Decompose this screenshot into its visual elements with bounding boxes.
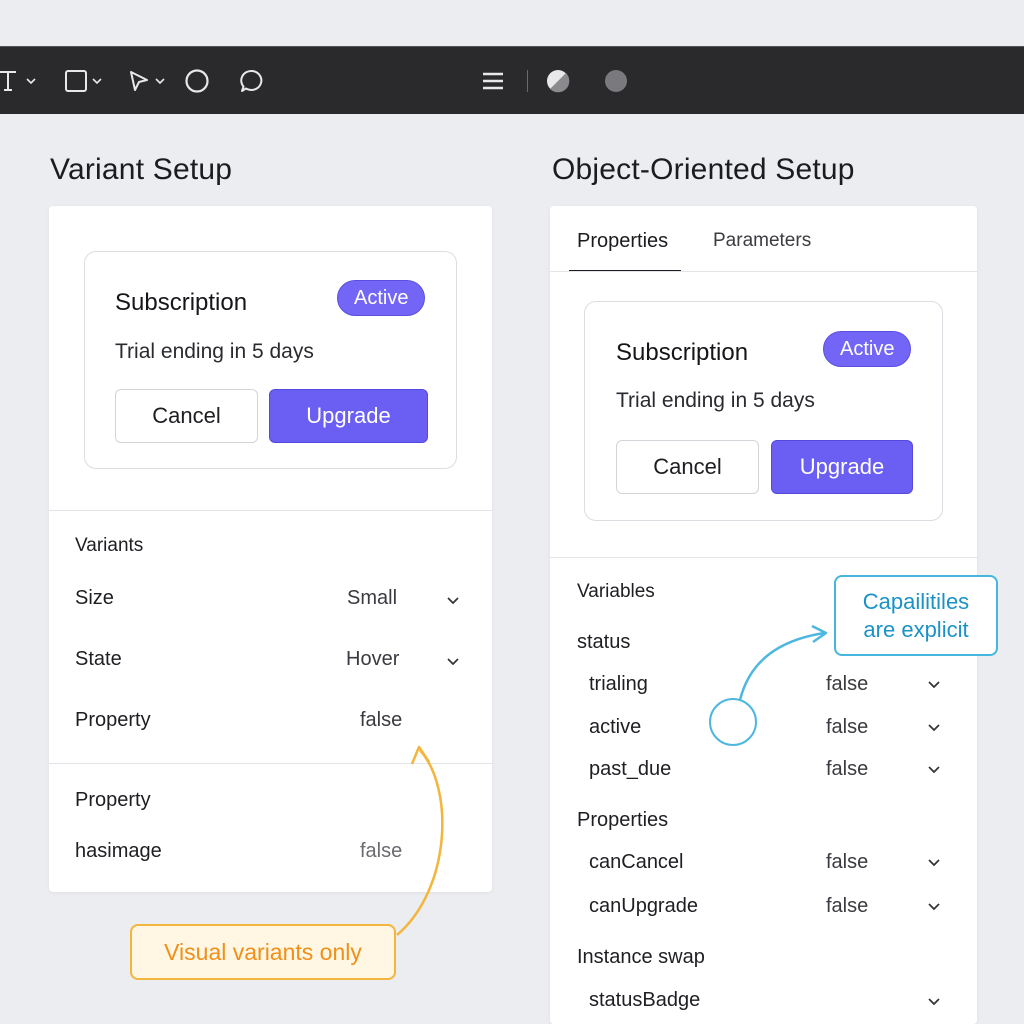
toolbar	[0, 46, 1024, 114]
canupgrade-label: canUpgrade	[589, 895, 698, 917]
variant-panel: Subscription Active Trial ending in 5 da…	[49, 206, 492, 892]
toolbar-divider	[527, 47, 528, 115]
property-header: Property	[75, 789, 151, 811]
size-value[interactable]: Small	[347, 587, 397, 610]
size-label: Size	[75, 587, 114, 609]
ellipse-icon	[185, 69, 209, 93]
upgrade-button[interactable]: Upgrade	[269, 389, 428, 443]
status-header: status	[577, 631, 631, 653]
comment-tool[interactable]	[239, 47, 265, 115]
comment-icon	[240, 69, 263, 92]
canupgrade-value[interactable]: false	[826, 895, 868, 918]
text-tool[interactable]	[0, 47, 37, 115]
properties-header: Properties	[577, 809, 669, 831]
pen-icon	[130, 71, 148, 91]
property-value: false	[360, 709, 403, 731]
cancancel-value[interactable]: false	[826, 851, 868, 874]
visual-variants-callout: Visual variants only	[130, 924, 396, 980]
hasimage-value: false	[360, 840, 403, 862]
chevron-down-icon[interactable]	[446, 594, 460, 608]
statusbadge-label: statusBadge	[589, 989, 701, 1011]
color-swatch-icon	[605, 70, 627, 92]
card-subtitle: Trial ending in 5 days	[115, 340, 314, 363]
tab-properties[interactable]: Properties	[577, 230, 668, 253]
cancancel-label: canCancel	[589, 851, 684, 873]
tab-divider	[550, 271, 977, 272]
menu-button[interactable]	[482, 47, 504, 115]
active-value[interactable]: false	[826, 716, 868, 739]
divider	[49, 510, 492, 511]
contrast-icon	[547, 70, 570, 93]
past-due-label: past_due	[589, 758, 672, 780]
state-label: State	[75, 648, 122, 670]
text-icon	[0, 71, 16, 91]
trialing-value[interactable]: false	[826, 673, 868, 696]
status-badge: Active	[337, 280, 426, 316]
explicit-callout-line2: are explicit	[863, 616, 969, 642]
chevron-down-icon[interactable]	[927, 856, 941, 870]
state-value[interactable]: Hover	[346, 648, 399, 671]
rectangle-icon	[65, 70, 87, 92]
instance-swap-header: Instance swap	[577, 946, 705, 968]
upgrade-button[interactable]: Upgrade	[771, 440, 913, 494]
ellipse-tool[interactable]	[184, 47, 210, 115]
card-title: Subscription	[115, 289, 248, 316]
pen-tool[interactable]	[127, 47, 166, 115]
variables-header: Variables	[577, 581, 655, 602]
rectangle-tool[interactable]	[64, 47, 103, 115]
variants-header: Variants	[75, 535, 144, 556]
chevron-down-icon[interactable]	[927, 721, 941, 735]
cancel-button[interactable]: Cancel	[616, 440, 759, 494]
card-subtitle: Trial ending in 5 days	[616, 389, 815, 412]
trialing-label: trialing	[589, 673, 648, 695]
divider	[550, 557, 977, 558]
chevron-down-icon	[26, 78, 36, 85]
status-badge: Active	[823, 331, 912, 367]
chevron-down-icon[interactable]	[927, 995, 941, 1009]
chevron-down-icon[interactable]	[927, 678, 941, 692]
chevron-down-icon	[92, 78, 102, 85]
color-swatch[interactable]	[604, 47, 628, 115]
chevron-down-icon[interactable]	[927, 900, 941, 914]
explicit-callout-line1: Capailitiles	[862, 588, 970, 614]
hasimage-label: hasimage	[75, 840, 162, 862]
chevron-down-icon[interactable]	[927, 763, 941, 777]
property-label: Property	[75, 709, 151, 731]
card-title: Subscription	[616, 339, 749, 366]
subscription-card: Subscription Active Trial ending in 5 da…	[84, 251, 457, 469]
chevron-down-icon[interactable]	[446, 655, 460, 669]
chevron-down-icon	[155, 78, 165, 85]
active-label: active	[589, 716, 642, 738]
explicit-callout: Capailitiles are explicit	[834, 575, 998, 656]
variant-setup-title: Variant Setup	[50, 153, 233, 186]
contrast-toggle[interactable]	[545, 47, 571, 115]
divider	[49, 763, 492, 764]
cancel-button[interactable]: Cancel	[115, 389, 258, 443]
subscription-card: Subscription Active Trial ending in 5 da…	[584, 301, 943, 521]
oo-setup-title: Object-Oriented Setup	[552, 153, 855, 186]
past-due-value[interactable]: false	[826, 758, 868, 781]
tab-parameters[interactable]: Parameters	[713, 230, 811, 252]
menu-icon	[483, 72, 503, 90]
